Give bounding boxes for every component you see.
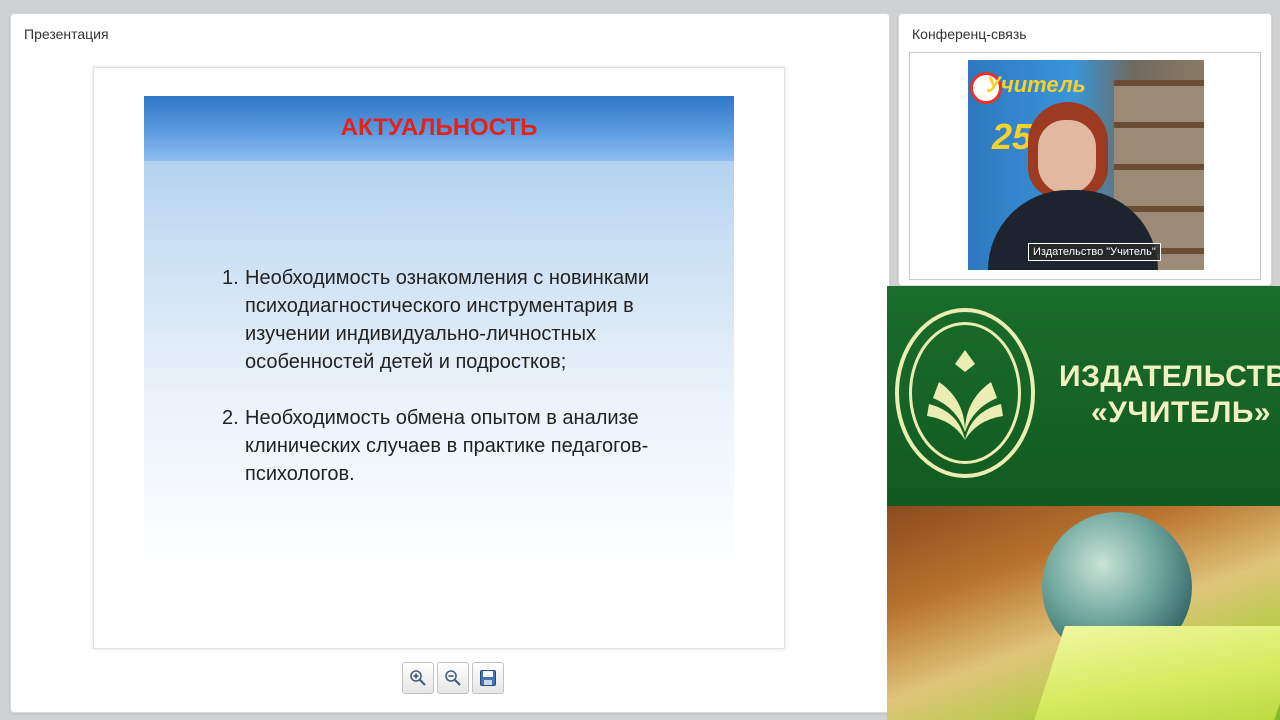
video-feed[interactable]: Учитель 25 Издательство "Учитель" bbox=[968, 60, 1204, 270]
banner-green-area: ИЗДАТЕЛЬСТВО «УЧИТЕЛЬ» bbox=[887, 286, 1280, 506]
open-book-image bbox=[1029, 626, 1280, 720]
save-icon bbox=[480, 670, 496, 686]
slide-body: АКТУАЛЬНОСТЬ 1. Необходимость ознакомлен… bbox=[144, 96, 734, 576]
presentation-panel: Презентация АКТУАЛЬНОСТЬ 1. Необходимост… bbox=[10, 13, 890, 713]
zoom-in-button[interactable] bbox=[402, 662, 434, 694]
publisher-banner: ИЗДАТЕЛЬСТВО «УЧИТЕЛЬ» bbox=[887, 286, 1280, 720]
slide-header: АКТУАЛЬНОСТЬ bbox=[144, 96, 734, 161]
participant-name-tag: Издательство "Учитель" bbox=[1028, 243, 1161, 261]
slide-item-number: 1. bbox=[222, 267, 239, 289]
slide-item-number: 2. bbox=[222, 407, 239, 429]
zoom-out-button[interactable] bbox=[437, 662, 469, 694]
video-frame: Учитель 25 Издательство "Учитель" bbox=[909, 52, 1261, 280]
slide-item-text: Необходимость обмена опытом в анализе кл… bbox=[245, 407, 649, 485]
poster-text: Учитель bbox=[986, 72, 1086, 97]
video-conference-panel: Конференц-связь Учитель 25 Издательство … bbox=[898, 13, 1272, 286]
poster-number: 25 bbox=[992, 116, 1033, 157]
video-panel-title: Конференц-связь bbox=[912, 26, 1027, 42]
speaker-face bbox=[1038, 120, 1096, 194]
slide-item-text: Необходимость ознакомления с новинками п… bbox=[245, 267, 650, 373]
banner-title-line-1: ИЗДАТЕЛЬСТВО bbox=[1059, 360, 1280, 393]
zoom-out-icon bbox=[445, 670, 461, 686]
presentation-panel-title: Презентация bbox=[24, 26, 109, 42]
publisher-logo-icon bbox=[895, 308, 1035, 478]
slide-title: АКТУАЛЬНОСТЬ bbox=[340, 114, 538, 141]
zoom-in-icon bbox=[410, 670, 426, 686]
slide: АКТУАЛЬНОСТЬ 1. Необходимость ознакомлен… bbox=[93, 67, 785, 649]
book-emblem-icon bbox=[927, 350, 1003, 440]
banner-title-line-2: «УЧИТЕЛЬ» bbox=[1091, 396, 1272, 429]
slide-controls bbox=[402, 662, 504, 694]
save-button[interactable] bbox=[472, 662, 504, 694]
banner-photo bbox=[887, 506, 1280, 720]
